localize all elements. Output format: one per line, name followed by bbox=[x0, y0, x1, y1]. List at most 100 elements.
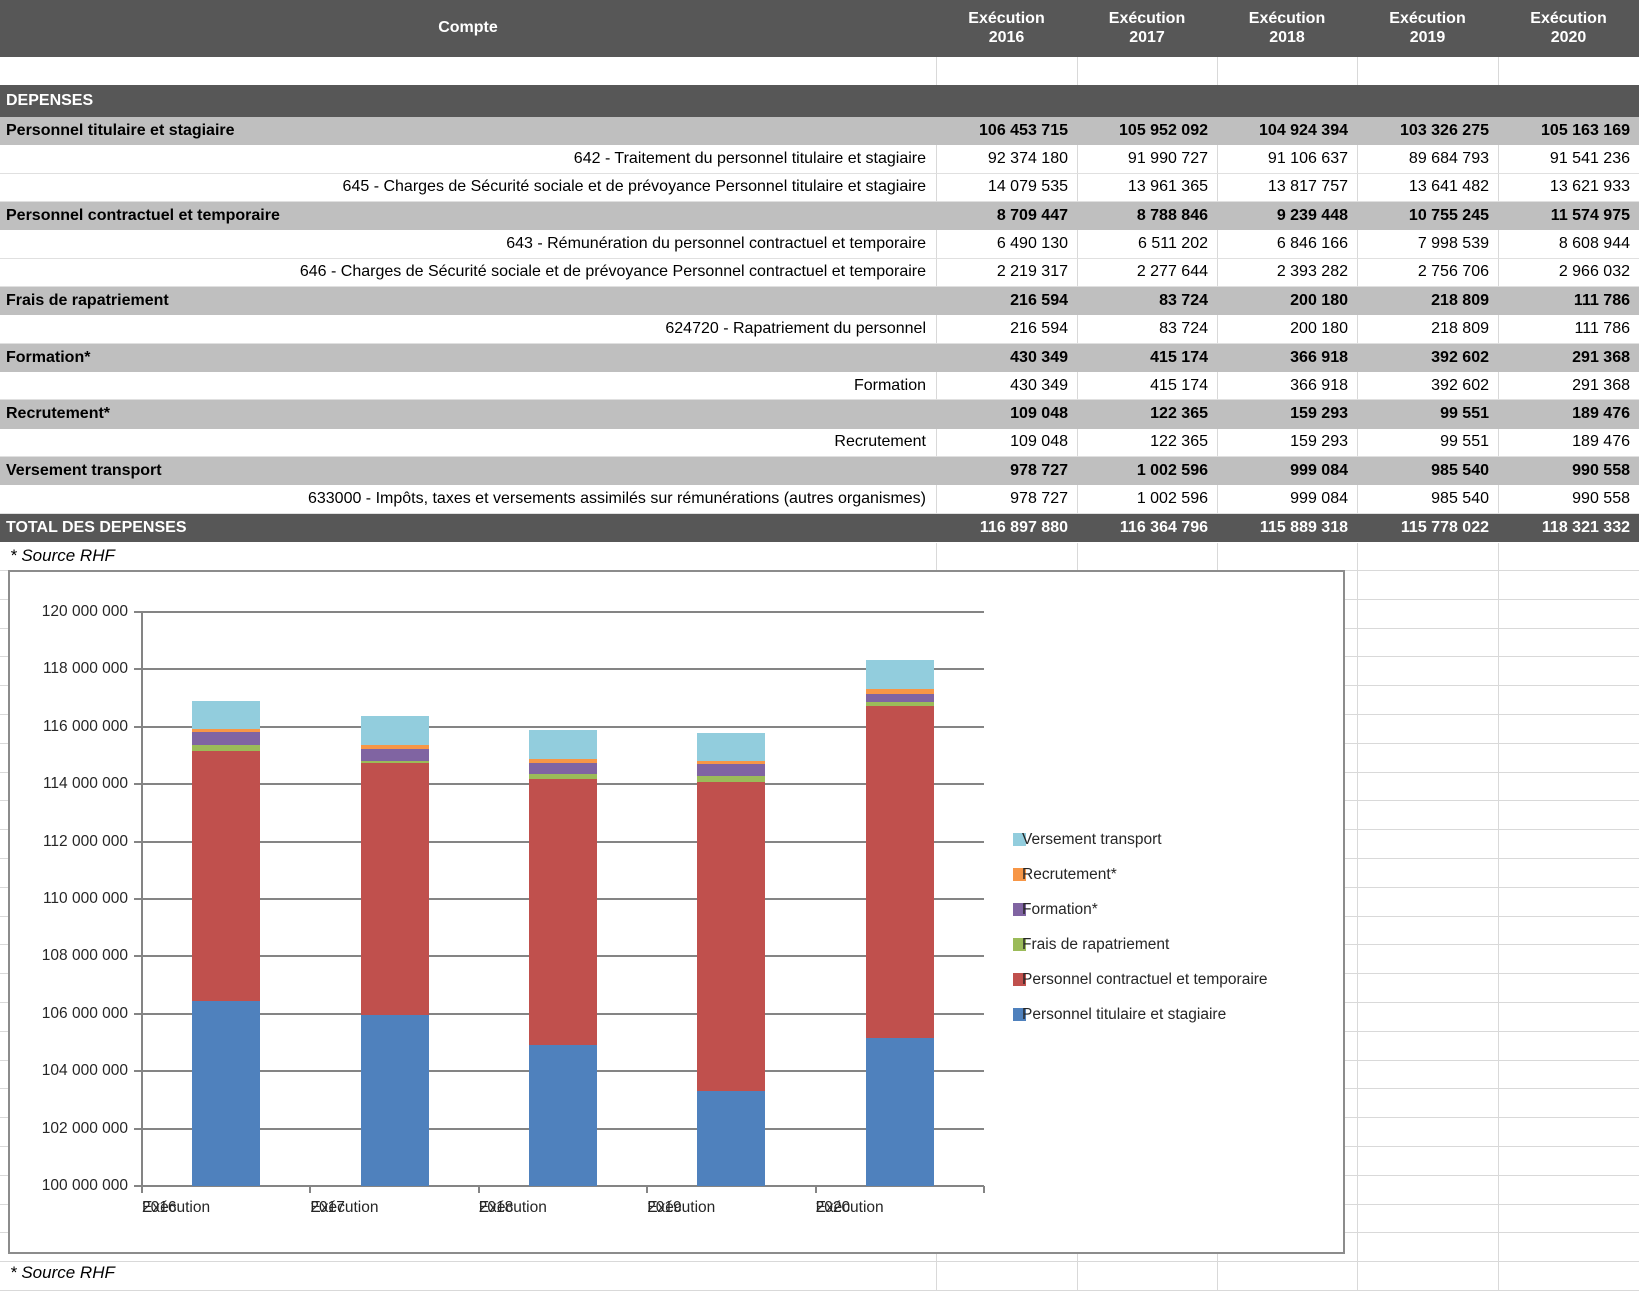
row-value-category[interactable]: 1 002 596 bbox=[1077, 457, 1217, 485]
row-value-category[interactable]: 366 918 bbox=[1217, 344, 1357, 372]
row-label-detail[interactable]: Recrutement bbox=[0, 429, 936, 457]
row-label-category[interactable]: Formation* bbox=[0, 344, 936, 372]
row-value-detail[interactable]: 99 551 bbox=[1357, 429, 1498, 457]
row-value-total[interactable]: 116 897 880 bbox=[936, 514, 1077, 543]
row-value-category[interactable]: 106 453 715 bbox=[936, 117, 1077, 145]
row-value-detail[interactable]: 91 106 637 bbox=[1217, 145, 1357, 173]
row-label-category[interactable]: Frais de rapatriement bbox=[0, 287, 936, 315]
row-value-detail[interactable]: 14 079 535 bbox=[936, 174, 1077, 202]
column-header-2016[interactable]: Exécution2016 bbox=[936, 0, 1077, 57]
row-label-detail[interactable]: 643 - Rémunération du personnel contract… bbox=[0, 230, 936, 258]
row-value-detail[interactable]: 6 511 202 bbox=[1077, 230, 1217, 258]
row-value-detail[interactable]: 1 002 596 bbox=[1077, 485, 1217, 513]
row-value-blank[interactable] bbox=[1217, 57, 1357, 85]
row-value-detail[interactable]: 6 846 166 bbox=[1217, 230, 1357, 258]
row-value-detail[interactable]: 6 490 130 bbox=[936, 230, 1077, 258]
row-value-detail[interactable]: 91 990 727 bbox=[1077, 145, 1217, 173]
row-value-detail[interactable]: 978 727 bbox=[936, 485, 1077, 513]
row-value-category[interactable]: 105 952 092 bbox=[1077, 117, 1217, 145]
row-value-category[interactable]: 103 326 275 bbox=[1357, 117, 1498, 145]
column-header-2019[interactable]: Exécution2019 bbox=[1357, 0, 1498, 57]
row-value-detail[interactable]: 200 180 bbox=[1217, 315, 1357, 343]
row-label-detail[interactable]: Formation bbox=[0, 372, 936, 400]
row-value-detail[interactable]: 189 476 bbox=[1498, 429, 1639, 457]
row-value-total[interactable]: 115 778 022 bbox=[1357, 514, 1498, 543]
row-value-detail[interactable]: 366 918 bbox=[1217, 372, 1357, 400]
row-value-category[interactable]: 200 180 bbox=[1217, 287, 1357, 315]
row-value-detail[interactable]: 13 817 757 bbox=[1217, 174, 1357, 202]
row-value-category[interactable]: 104 924 394 bbox=[1217, 117, 1357, 145]
row-label-category[interactable]: Personnel titulaire et stagiaire bbox=[0, 117, 936, 145]
row-value-detail[interactable]: 92 374 180 bbox=[936, 145, 1077, 173]
row-value-detail[interactable]: 999 084 bbox=[1217, 485, 1357, 513]
row-value-category[interactable]: 9 239 448 bbox=[1217, 202, 1357, 230]
row-value-detail[interactable]: 430 349 bbox=[936, 372, 1077, 400]
row-value-section[interactable] bbox=[1498, 85, 1639, 117]
row-value-category[interactable]: 109 048 bbox=[936, 400, 1077, 428]
row-label-detail[interactable]: 624720 - Rapatriement du personnel bbox=[0, 315, 936, 343]
row-value-detail[interactable]: 2 756 706 bbox=[1357, 259, 1498, 287]
row-value-category[interactable]: 291 368 bbox=[1498, 344, 1639, 372]
row-value-detail[interactable]: 91 541 236 bbox=[1498, 145, 1639, 173]
row-value-total[interactable]: 118 321 332 bbox=[1498, 514, 1639, 543]
row-value-category[interactable]: 415 174 bbox=[1077, 344, 1217, 372]
row-value-category[interactable]: 978 727 bbox=[936, 457, 1077, 485]
row-value-category[interactable]: 105 163 169 bbox=[1498, 117, 1639, 145]
row-value-detail[interactable]: 392 602 bbox=[1357, 372, 1498, 400]
row-label-detail[interactable]: 633000 - Impôts, taxes et versements ass… bbox=[0, 485, 936, 513]
row-value-category[interactable]: 392 602 bbox=[1357, 344, 1498, 372]
row-value-section[interactable] bbox=[1217, 85, 1357, 117]
row-value-blank[interactable] bbox=[1498, 57, 1639, 85]
row-value-category[interactable]: 122 365 bbox=[1077, 400, 1217, 428]
row-value-category[interactable]: 99 551 bbox=[1357, 400, 1498, 428]
row-value-category[interactable]: 218 809 bbox=[1357, 287, 1498, 315]
row-value-detail[interactable]: 122 365 bbox=[1077, 429, 1217, 457]
row-value-detail[interactable]: 990 558 bbox=[1498, 485, 1639, 513]
row-value-category[interactable]: 83 724 bbox=[1077, 287, 1217, 315]
row-value-blank[interactable] bbox=[936, 57, 1077, 85]
row-value-detail[interactable]: 109 048 bbox=[936, 429, 1077, 457]
row-value-category[interactable]: 999 084 bbox=[1217, 457, 1357, 485]
row-label-category[interactable]: Personnel contractuel et temporaire bbox=[0, 202, 936, 230]
row-value-category[interactable]: 990 558 bbox=[1498, 457, 1639, 485]
row-value-category[interactable]: 8 788 846 bbox=[1077, 202, 1217, 230]
row-value-detail[interactable]: 216 594 bbox=[936, 315, 1077, 343]
row-value-detail[interactable]: 89 684 793 bbox=[1357, 145, 1498, 173]
row-value-detail[interactable]: 83 724 bbox=[1077, 315, 1217, 343]
row-value-detail[interactable]: 159 293 bbox=[1217, 429, 1357, 457]
row-value-detail[interactable]: 8 608 944 bbox=[1498, 230, 1639, 258]
row-value-section[interactable] bbox=[1357, 85, 1498, 117]
row-label-section[interactable]: DEPENSES bbox=[0, 85, 936, 117]
row-value-detail[interactable]: 2 393 282 bbox=[1217, 259, 1357, 287]
row-value-category[interactable]: 189 476 bbox=[1498, 400, 1639, 428]
row-value-category[interactable]: 10 755 245 bbox=[1357, 202, 1498, 230]
column-header-2017[interactable]: Exécution2017 bbox=[1077, 0, 1217, 57]
expense-stacked-bar-chart[interactable]: 100 000 000102 000 000104 000 000106 000… bbox=[8, 570, 1345, 1254]
row-value-category[interactable]: 111 786 bbox=[1498, 287, 1639, 315]
row-value-category[interactable]: 11 574 975 bbox=[1498, 202, 1639, 230]
column-header-2020[interactable]: Exécution2020 bbox=[1498, 0, 1639, 57]
row-value-detail[interactable]: 291 368 bbox=[1498, 372, 1639, 400]
row-label-category[interactable]: Recrutement* bbox=[0, 400, 936, 428]
row-value-total[interactable]: 115 889 318 bbox=[1217, 514, 1357, 543]
row-value-category[interactable]: 216 594 bbox=[936, 287, 1077, 315]
row-value-category[interactable]: 8 709 447 bbox=[936, 202, 1077, 230]
row-value-detail[interactable]: 2 277 644 bbox=[1077, 259, 1217, 287]
row-value-detail[interactable]: 13 641 482 bbox=[1357, 174, 1498, 202]
row-label-total[interactable]: TOTAL DES DEPENSES bbox=[0, 514, 936, 543]
row-value-section[interactable] bbox=[936, 85, 1077, 117]
row-value-category[interactable]: 159 293 bbox=[1217, 400, 1357, 428]
row-value-blank[interactable] bbox=[1077, 57, 1217, 85]
row-value-detail[interactable]: 13 621 933 bbox=[1498, 174, 1639, 202]
row-value-detail[interactable]: 13 961 365 bbox=[1077, 174, 1217, 202]
row-value-total[interactable]: 116 364 796 bbox=[1077, 514, 1217, 543]
row-value-detail[interactable]: 2 966 032 bbox=[1498, 259, 1639, 287]
row-value-detail[interactable]: 111 786 bbox=[1498, 315, 1639, 343]
row-value-detail[interactable]: 2 219 317 bbox=[936, 259, 1077, 287]
row-value-detail[interactable]: 415 174 bbox=[1077, 372, 1217, 400]
row-value-section[interactable] bbox=[1077, 85, 1217, 117]
row-value-category[interactable]: 985 540 bbox=[1357, 457, 1498, 485]
row-label-blank[interactable] bbox=[0, 57, 936, 85]
row-label-detail[interactable]: 646 - Charges de Sécurité sociale et de … bbox=[0, 259, 936, 287]
row-value-detail[interactable]: 985 540 bbox=[1357, 485, 1498, 513]
